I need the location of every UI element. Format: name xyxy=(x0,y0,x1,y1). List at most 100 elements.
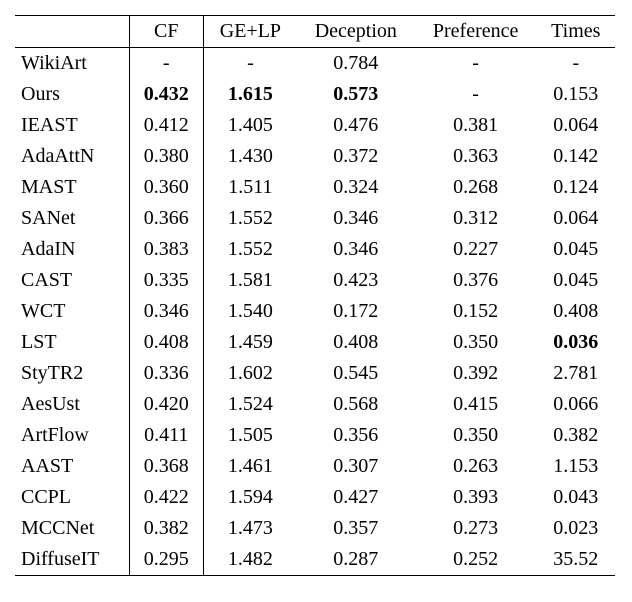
cell-times: 0.382 xyxy=(537,420,615,451)
row-name: MAST xyxy=(15,172,129,203)
header-preference: Preference xyxy=(415,16,537,48)
cell-deception: 0.356 xyxy=(297,420,415,451)
cell-cf: 0.335 xyxy=(129,265,203,296)
cell-cf: 0.346 xyxy=(129,296,203,327)
header-deception: Deception xyxy=(297,16,415,48)
cell-deception: 0.423 xyxy=(297,265,415,296)
cell-times: 0.045 xyxy=(537,265,615,296)
results-table: CF GE+LP Deception Preference Times Wiki… xyxy=(15,15,615,576)
row-name: AAST xyxy=(15,451,129,482)
cell-cf: 0.420 xyxy=(129,389,203,420)
cell-preference: 0.381 xyxy=(415,110,537,141)
header-cf: CF xyxy=(129,16,203,48)
header-row: CF GE+LP Deception Preference Times xyxy=(15,16,615,48)
row-name: StyTR2 xyxy=(15,358,129,389)
table-row: DiffuseIT0.2951.4820.2870.25235.52 xyxy=(15,544,615,576)
cell-times: 0.023 xyxy=(537,513,615,544)
cell-times: 0.045 xyxy=(537,234,615,265)
cell-preference: 0.392 xyxy=(415,358,537,389)
cell-deception: 0.346 xyxy=(297,203,415,234)
cell-gelp: 1.459 xyxy=(203,327,296,358)
cell-deception: 0.372 xyxy=(297,141,415,172)
cell-times: 1.153 xyxy=(537,451,615,482)
row-name: WikiArt xyxy=(15,48,129,80)
cell-gelp: 1.594 xyxy=(203,482,296,513)
table-row: CAST0.3351.5810.4230.3760.045 xyxy=(15,265,615,296)
cell-times: 0.036 xyxy=(537,327,615,358)
cell-preference: 0.152 xyxy=(415,296,537,327)
cell-gelp: 1.552 xyxy=(203,203,296,234)
table-row: SANet0.3661.5520.3460.3120.064 xyxy=(15,203,615,234)
cell-preference: 0.273 xyxy=(415,513,537,544)
row-name: Ours xyxy=(15,79,129,110)
table-row: LST0.4081.4590.4080.3500.036 xyxy=(15,327,615,358)
cell-times: 0.064 xyxy=(537,203,615,234)
cell-gelp: 1.505 xyxy=(203,420,296,451)
row-name: CCPL xyxy=(15,482,129,513)
cell-preference: 0.227 xyxy=(415,234,537,265)
cell-preference: 0.376 xyxy=(415,265,537,296)
table-row: WikiArt--0.784-- xyxy=(15,48,615,80)
cell-cf: 0.432 xyxy=(129,79,203,110)
cell-deception: 0.545 xyxy=(297,358,415,389)
cell-cf: 0.360 xyxy=(129,172,203,203)
row-name: AdaIN xyxy=(15,234,129,265)
cell-preference: 0.350 xyxy=(415,420,537,451)
cell-preference: 0.252 xyxy=(415,544,537,576)
cell-times: 2.781 xyxy=(537,358,615,389)
cell-deception: 0.408 xyxy=(297,327,415,358)
table-row: StyTR20.3361.6020.5450.3922.781 xyxy=(15,358,615,389)
cell-gelp: 1.461 xyxy=(203,451,296,482)
cell-times: 35.52 xyxy=(537,544,615,576)
table-row: Ours0.4321.6150.573-0.153 xyxy=(15,79,615,110)
cell-deception: 0.427 xyxy=(297,482,415,513)
table-row: AAST0.3681.4610.3070.2631.153 xyxy=(15,451,615,482)
cell-preference: 0.263 xyxy=(415,451,537,482)
cell-gelp: 1.524 xyxy=(203,389,296,420)
table-row: MAST0.3601.5110.3240.2680.124 xyxy=(15,172,615,203)
cell-preference: 0.415 xyxy=(415,389,537,420)
table-row: CCPL0.4221.5940.4270.3930.043 xyxy=(15,482,615,513)
cell-gelp: 1.473 xyxy=(203,513,296,544)
cell-deception: 0.346 xyxy=(297,234,415,265)
row-name: ArtFlow xyxy=(15,420,129,451)
cell-cf: 0.366 xyxy=(129,203,203,234)
cell-cf: 0.408 xyxy=(129,327,203,358)
row-name: WCT xyxy=(15,296,129,327)
table-row: ArtFlow0.4111.5050.3560.3500.382 xyxy=(15,420,615,451)
row-name: AdaAttN xyxy=(15,141,129,172)
header-gelp: GE+LP xyxy=(203,16,296,48)
row-name: LST xyxy=(15,327,129,358)
cell-times: 0.043 xyxy=(537,482,615,513)
row-name: DiffuseIT xyxy=(15,544,129,576)
cell-gelp: 1.511 xyxy=(203,172,296,203)
table-row: IEAST0.4121.4050.4760.3810.064 xyxy=(15,110,615,141)
cell-gelp: 1.482 xyxy=(203,544,296,576)
cell-gelp: 1.615 xyxy=(203,79,296,110)
cell-cf: 0.412 xyxy=(129,110,203,141)
cell-times: 0.124 xyxy=(537,172,615,203)
row-name: IEAST xyxy=(15,110,129,141)
cell-gelp: 1.405 xyxy=(203,110,296,141)
cell-cf: 0.368 xyxy=(129,451,203,482)
cell-cf: 0.422 xyxy=(129,482,203,513)
row-name: CAST xyxy=(15,265,129,296)
cell-deception: 0.307 xyxy=(297,451,415,482)
cell-deception: 0.287 xyxy=(297,544,415,576)
cell-gelp: 1.552 xyxy=(203,234,296,265)
table-row: AdaIN0.3831.5520.3460.2270.045 xyxy=(15,234,615,265)
table-row: WCT0.3461.5400.1720.1520.408 xyxy=(15,296,615,327)
cell-times: 0.142 xyxy=(537,141,615,172)
cell-deception: 0.172 xyxy=(297,296,415,327)
cell-preference: 0.350 xyxy=(415,327,537,358)
table-row: AesUst0.4201.5240.5680.4150.066 xyxy=(15,389,615,420)
cell-cf: - xyxy=(129,48,203,80)
row-name: MCCNet xyxy=(15,513,129,544)
cell-gelp: 1.581 xyxy=(203,265,296,296)
cell-cf: 0.295 xyxy=(129,544,203,576)
cell-deception: 0.784 xyxy=(297,48,415,80)
cell-times: 0.408 xyxy=(537,296,615,327)
cell-gelp: - xyxy=(203,48,296,80)
cell-cf: 0.382 xyxy=(129,513,203,544)
cell-times: 0.064 xyxy=(537,110,615,141)
